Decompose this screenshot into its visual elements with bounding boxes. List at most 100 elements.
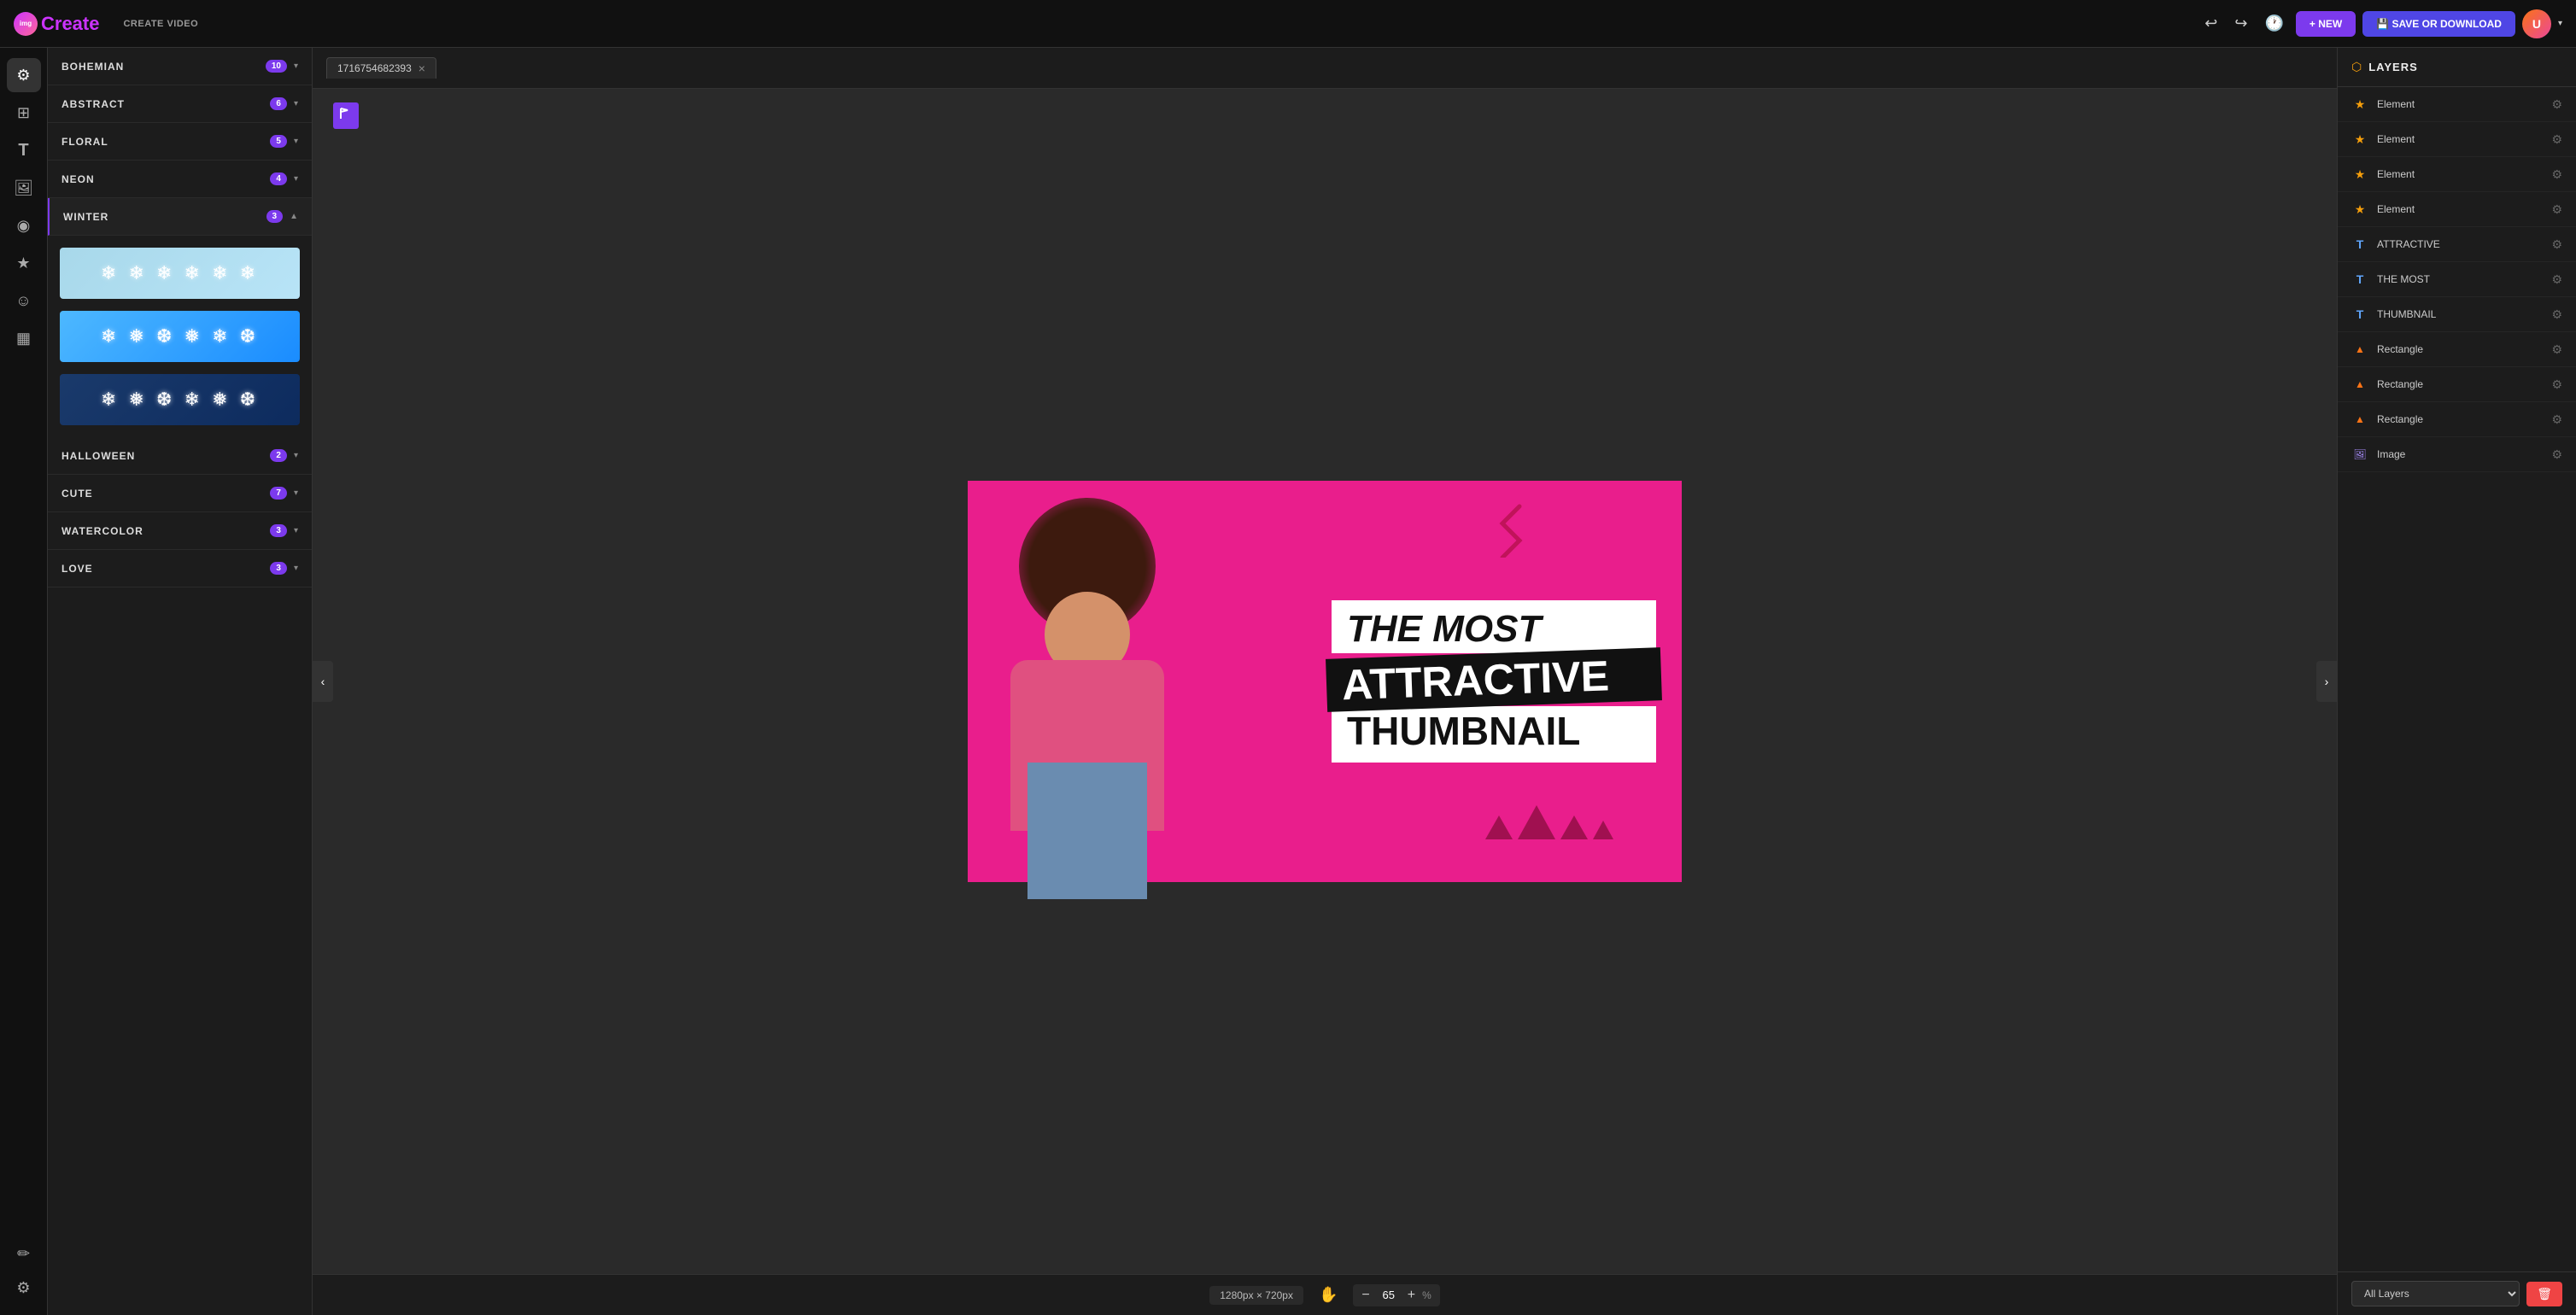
sidebar-emoji-button[interactable]: ☺ [7,283,41,318]
zoom-percent-label: % [1422,1289,1431,1301]
deco-zigzag-right [1485,498,1528,562]
canvas-area: 1716754682393 × ‹ [313,48,2337,1315]
icon-sidebar: ⚙ ⊞ T 🖼 ◉ ★ ☺ ▦ ✏ ⚙ [0,48,48,1315]
layer-row[interactable]: ★ Element ⚙ [2338,87,2576,122]
layer-settings-button[interactable]: ⚙ [2551,132,2562,147]
layer-row[interactable]: 🖼 Image ⚙ [2338,437,2576,472]
layers-delete-button[interactable]: 🗑 [2526,1282,2562,1306]
category-winter[interactable]: WINTER 3 ▲ [48,198,312,236]
layer-name: Element [2377,133,2543,145]
categories-panel: BOHEMIAN 10 ▾ ABSTRACT 6 ▾ FLORAL 5 ▾ NE… [48,48,313,1315]
canvas-text-thumbnail: THUMBNAIL [1347,711,1641,751]
category-bohemian-badge: 10 [266,60,287,73]
winter-item-1[interactable]: ❄ ❄ ❄ ❄ ❄ ❄ [58,246,302,301]
avatar-chevron-icon[interactable]: ▾ [2558,19,2562,28]
category-neon[interactable]: NEON 4 ▾ [48,161,312,198]
canvas-topbar: 1716754682393 × [313,48,2337,89]
layer-row[interactable]: ▲ Rectangle ⚙ [2338,332,2576,367]
category-winter-badge: 3 [266,210,284,223]
layer-settings-button[interactable]: ⚙ [2551,342,2562,357]
layer-name: Element [2377,203,2543,215]
layer-name: Rectangle [2377,378,2543,390]
category-abstract-badge: 6 [270,97,287,110]
category-halloween-badge: 2 [270,449,287,462]
move-tool-button[interactable]: ✋ [1314,1281,1343,1309]
sidebar-settings-button[interactable]: ⚙ [7,1271,41,1305]
winter-items: ❄ ❄ ❄ ❄ ❄ ❄ ❄ ❅ ❆ ❅ ❄ ❆ ❄ ❅ ❆ ❄ ❅ ❆ [48,236,312,437]
chevron-down-icon: ▾ [294,451,298,460]
topbar-icons: ↩ ↪ 🕐 + NEW 💾 SAVE OR DOWNLOAD U ▾ [2199,9,2562,38]
topbar: img Create CREATE VIDEO ↩ ↪ 🕐 + NEW 💾 SA… [0,0,2576,48]
image-type-icon: 🖼 [2351,446,2368,463]
canvas-text-attractive: ATTRACTIVE [1341,653,1647,706]
layer-settings-button[interactable]: ⚙ [2551,412,2562,427]
avatar[interactable]: U [2522,9,2551,38]
category-watercolor[interactable]: WATERCOLOR 3 ▾ [48,512,312,550]
tab-name-label: 1716754682393 [337,62,412,74]
chevron-up-icon: ▲ [290,212,298,221]
category-halloween[interactable]: HALLOWEEN 2 ▾ [48,437,312,475]
layer-row[interactable]: T THE MOST ⚙ [2338,262,2576,297]
layer-row[interactable]: ★ Element ⚙ [2338,192,2576,227]
sidebar-star-button[interactable]: ★ [7,246,41,280]
star-icon: ★ [2351,131,2368,148]
layer-settings-button[interactable]: ⚙ [2551,237,2562,252]
text-type-icon: T [2351,236,2368,253]
redo-button[interactable]: ↪ [2229,9,2252,38]
layer-settings-button[interactable]: ⚙ [2551,97,2562,112]
layer-row[interactable]: ★ Element ⚙ [2338,157,2576,192]
layer-row[interactable]: ▲ Rectangle ⚙ [2338,402,2576,437]
layers-filter-select[interactable]: All Layers Text Shapes Images [2351,1281,2520,1306]
new-button[interactable]: + NEW [2296,11,2356,37]
save-download-button[interactable]: 💾 SAVE OR DOWNLOAD [2362,11,2515,37]
layer-settings-button[interactable]: ⚙ [2551,202,2562,217]
panel-collapse-button[interactable]: ‹ [313,661,333,702]
layer-name: Element [2377,98,2543,110]
winter-item-2[interactable]: ❄ ❅ ❆ ❅ ❄ ❆ [58,309,302,364]
layer-settings-button[interactable]: ⚙ [2551,377,2562,392]
category-bohemian[interactable]: BOHEMIAN 10 ▾ [48,48,312,85]
category-cute[interactable]: CUTE 7 ▾ [48,475,312,512]
winter-item-3[interactable]: ❄ ❅ ❆ ❄ ❅ ❆ [58,372,302,427]
text-thumbnail-box: THUMBNAIL [1332,706,1656,763]
history-button[interactable]: 🕐 [2259,9,2288,38]
canvas-wrapper: ‹ [313,89,2337,1274]
chevron-down-icon: ▾ [294,61,298,71]
layer-settings-button[interactable]: ⚙ [2551,167,2562,182]
category-floral[interactable]: FLORAL 5 ▾ [48,123,312,161]
tab-close-button[interactable]: × [419,61,425,75]
canvas-text-the-most: THE MOST [1347,611,1641,648]
layer-row[interactable]: T ATTRACTIVE ⚙ [2338,227,2576,262]
layer-settings-button[interactable]: ⚙ [2551,272,2562,287]
zoom-controls: − 65 + % [1353,1284,1439,1306]
category-love[interactable]: LOVE 3 ▾ [48,550,312,587]
canvas-bottom-bar: 1280px × 720px ✋ − 65 + % [313,1274,2337,1315]
layer-name: Rectangle [2377,413,2543,425]
sidebar-crop-button[interactable]: ⊞ [7,96,41,130]
create-video-button[interactable]: CREATE VIDEO [123,19,198,29]
category-abstract[interactable]: ABSTRACT 6 ▾ [48,85,312,123]
sidebar-grid-button[interactable]: ▦ [7,321,41,355]
layer-row[interactable]: T THUMBNAIL ⚙ [2338,297,2576,332]
undo-button[interactable]: ↩ [2199,9,2222,38]
layers-title: LAYERS [2368,61,2418,73]
layer-row[interactable]: ★ Element ⚙ [2338,122,2576,157]
canvas-dimensions: 1280px × 720px [1209,1286,1303,1305]
sidebar-photo-button[interactable]: 🖼 [7,171,41,205]
sidebar-adjust-button[interactable]: ⚙ [7,58,41,92]
layer-settings-button[interactable]: ⚙ [2551,307,2562,322]
layers-collapse-button[interactable]: › [2316,661,2337,702]
layer-name: Rectangle [2377,343,2543,355]
text-attractive-box: ATTRACTIVE [1326,647,1662,712]
zoom-in-button[interactable]: + [1408,1288,1415,1303]
category-cute-badge: 7 [270,487,287,500]
sidebar-color-button[interactable]: ◉ [7,208,41,243]
layers-panel: ⬡ LAYERS ★ Element ⚙ ★ Element ⚙ ★ Eleme… [2337,48,2576,1315]
deco-triangles [1485,805,1613,839]
zoom-out-button[interactable]: − [1361,1288,1369,1303]
layer-settings-button[interactable]: ⚙ [2551,447,2562,462]
sidebar-text-button[interactable]: T [7,133,41,167]
layer-row[interactable]: ▲ Rectangle ⚙ [2338,367,2576,402]
star-icon: ★ [2351,201,2368,218]
sidebar-pen-button[interactable]: ✏ [7,1236,41,1271]
